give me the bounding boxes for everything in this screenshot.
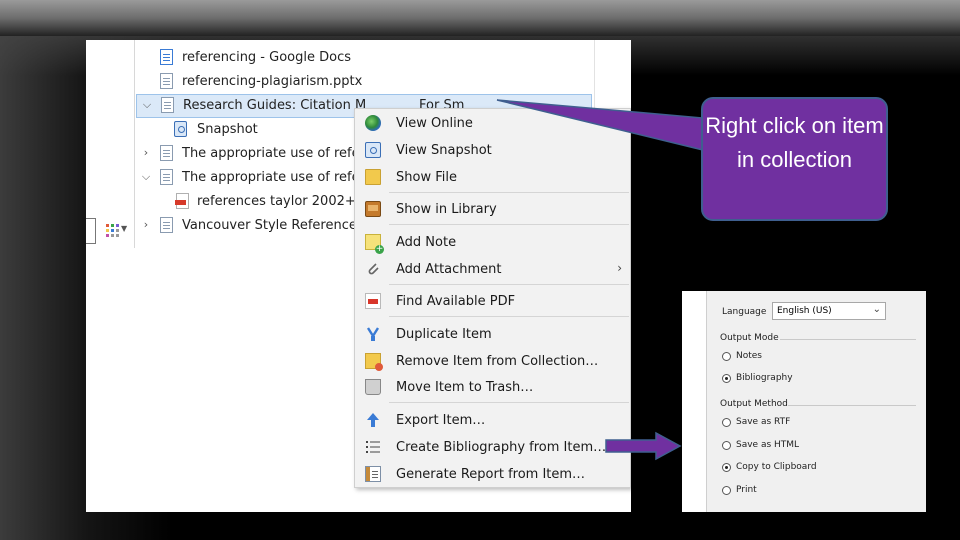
radio-bibliography-label: Bibliography [736,373,793,383]
output-mode-label: Output Mode [720,333,779,343]
callout-text: Right click on item in collection [705,113,884,172]
arrow-right-icon [605,431,682,461]
chevron-down-icon: ⌄ [872,304,881,315]
output-method-label: Output Method [720,399,788,409]
radio-copy-clipboard[interactable] [722,463,731,472]
group-divider [780,339,916,340]
language-select-value: English (US) [777,306,832,316]
language-select[interactable]: English (US) ⌄ [772,302,886,320]
radio-save-html[interactable] [722,441,731,450]
radio-save-html-label: Save as HTML [736,440,800,450]
bibliography-options-dialog: Language English (US) ⌄ Output Mode Note… [682,291,926,512]
radio-print[interactable] [722,486,731,495]
radio-save-rtf[interactable] [722,418,731,427]
group-divider [788,405,916,406]
radio-print-label: Print [736,485,757,495]
dialog-left-rail [682,291,707,512]
radio-save-rtf-label: Save as RTF [736,417,791,427]
radio-notes-label: Notes [736,351,762,361]
radio-copy-clipboard-label: Copy to Clipboard [736,462,817,472]
radio-notes[interactable] [722,352,731,361]
callout-box: Right click on item in collection [701,97,888,221]
radio-bibliography[interactable] [722,374,731,383]
callout-pointer-wedge [496,99,704,151]
language-label: Language [722,307,767,317]
